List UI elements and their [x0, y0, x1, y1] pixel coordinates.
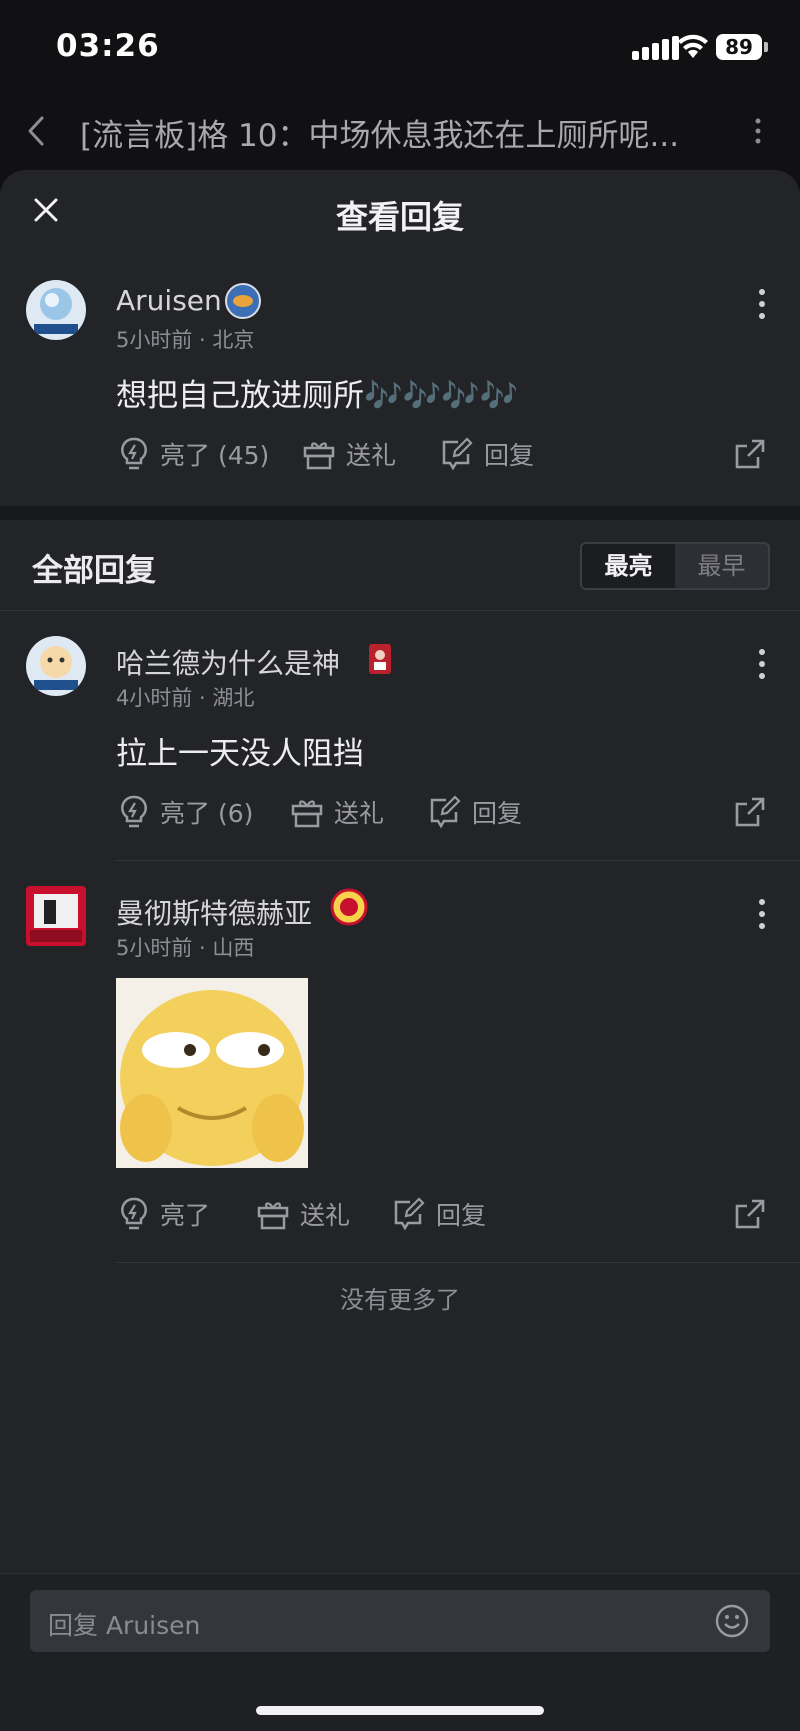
- reply-author[interactable]: 曼彻斯特德赫亚: [116, 892, 312, 932]
- edit-reply-icon: [394, 1197, 425, 1231]
- team-badge-icon: [225, 283, 261, 319]
- no-more-text: 没有更多了: [340, 1286, 460, 1314]
- gift-button[interactable]: 送礼: [256, 1194, 350, 1234]
- gift-icon: [257, 1202, 289, 1230]
- share-icon[interactable]: [734, 438, 766, 470]
- emoji-sticker-icon: [116, 978, 308, 1168]
- reply-label: 回复: [436, 1201, 487, 1230]
- sort-option-earliest[interactable]: 最早: [675, 544, 768, 588]
- manutd-avatar-icon: [26, 886, 86, 946]
- like-button[interactable]: 亮了 (45): [118, 434, 269, 474]
- section-divider: [0, 506, 800, 520]
- gift-label: 送礼: [300, 1201, 351, 1230]
- divider: [116, 1262, 800, 1263]
- gift-label: 送礼: [346, 441, 397, 470]
- sheet-title: 查看回复: [335, 198, 464, 236]
- battery-indicator: 89: [716, 34, 762, 60]
- divider: [116, 860, 800, 861]
- edit-reply-icon: [442, 437, 473, 471]
- reply-label: 回复: [484, 441, 535, 470]
- battery-tip: [764, 42, 768, 52]
- sort-option-brightest[interactable]: 最亮: [582, 544, 675, 588]
- avatar[interactable]: [26, 280, 86, 340]
- mancity-avatar-icon: [26, 636, 86, 696]
- reply-input-placeholder: 回复 Aruisen: [48, 1611, 201, 1640]
- background-page-header: [流言板]格 10：中场休息我还在上厕所呢...: [0, 96, 800, 166]
- reply-author[interactable]: 哈兰德为什么是神: [116, 642, 340, 682]
- divider: [0, 610, 800, 611]
- more-vertical-icon[interactable]: [756, 896, 768, 932]
- lightbulb-icon: [121, 437, 147, 470]
- all-replies-title: 全部回复: [32, 553, 156, 589]
- like-button[interactable]: 亮了 (6): [118, 792, 253, 832]
- wifi-icon: [678, 34, 708, 58]
- manutd-badge-icon: [330, 888, 368, 926]
- reply-input-bar: 回复 Aruisen: [0, 1573, 800, 1731]
- reply-sheet: 查看回复 Aruisen 5小时前 · 北京 想把自己放进厕所🎶🎶🎶🎶 亮了 (…: [0, 170, 800, 1731]
- like-button[interactable]: 亮了: [118, 1194, 210, 1234]
- gift-button[interactable]: 送礼: [290, 792, 384, 832]
- sheet-header: 查看回复: [0, 170, 800, 260]
- player-badge-icon: [369, 644, 391, 674]
- like-label: 亮了 (45): [160, 441, 270, 470]
- share-icon[interactable]: [734, 796, 766, 828]
- avatar[interactable]: [26, 636, 86, 696]
- reply-time-location: 4小时前 · 湖北: [116, 686, 255, 710]
- mancity-avatar-icon: [26, 280, 86, 340]
- reply-button[interactable]: 回复: [428, 792, 522, 832]
- more-vertical-icon[interactable]: [752, 116, 764, 146]
- lightbulb-icon: [121, 795, 147, 828]
- edit-reply-icon: [430, 795, 461, 829]
- like-label: 亮了: [160, 1201, 211, 1230]
- like-label: 亮了 (6): [160, 799, 254, 828]
- comment-author[interactable]: Aruisen: [116, 284, 222, 317]
- comment-content: 想把自己放进厕所🎶🎶🎶🎶: [116, 378, 519, 414]
- gift-icon: [291, 800, 323, 828]
- page-title: [流言板]格 10：中场休息我还在上厕所呢...: [80, 118, 680, 154]
- signal-icon: [632, 36, 679, 60]
- more-vertical-icon[interactable]: [756, 286, 768, 322]
- share-icon[interactable]: [734, 1198, 766, 1230]
- status-bar: 03:26 89: [0, 0, 800, 96]
- emoji-icon[interactable]: [714, 1603, 750, 1639]
- reply-content: 拉上一天没人阻挡: [116, 736, 364, 772]
- reply-button[interactable]: 回复: [392, 1194, 486, 1234]
- home-indicator: [256, 1706, 544, 1715]
- gift-button[interactable]: 送礼: [302, 434, 396, 474]
- gift-icon: [303, 442, 335, 470]
- reply-label: 回复: [472, 799, 523, 828]
- back-icon[interactable]: [22, 112, 52, 150]
- comment-time-location: 5小时前 · 北京: [116, 328, 255, 352]
- lightbulb-icon: [121, 1197, 147, 1230]
- sticker-image[interactable]: [116, 978, 308, 1168]
- sort-toggle[interactable]: 最亮 最早: [580, 542, 770, 590]
- gift-label: 送礼: [334, 799, 385, 828]
- reply-button[interactable]: 回复: [440, 434, 534, 474]
- reply-input[interactable]: 回复 Aruisen: [30, 1590, 770, 1652]
- avatar[interactable]: [26, 886, 86, 946]
- reply-time-location: 5小时前 · 山西: [116, 936, 255, 960]
- more-vertical-icon[interactable]: [756, 646, 768, 682]
- status-time: 03:26: [56, 28, 160, 64]
